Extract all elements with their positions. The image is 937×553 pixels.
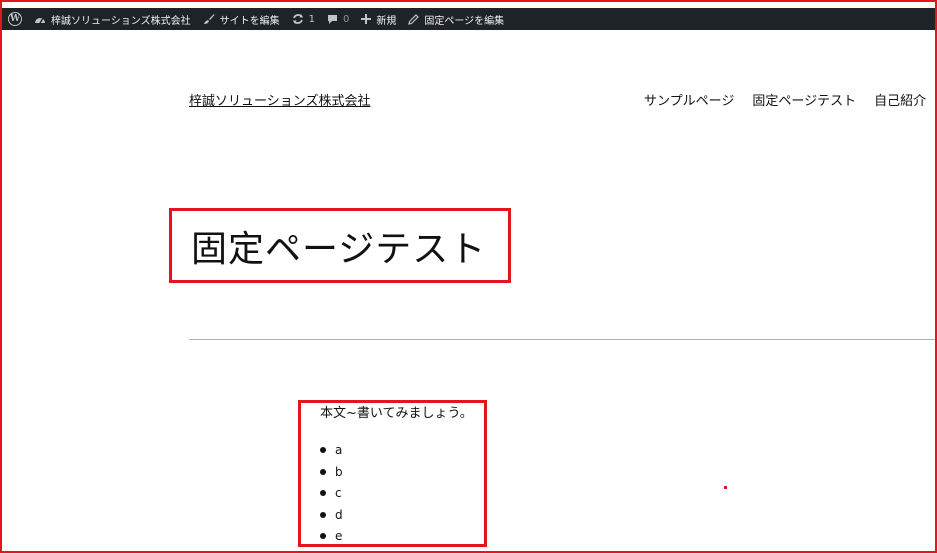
dashboard-icon [34,14,46,24]
list-item: d [320,506,343,528]
new-content-button[interactable]: 新規 [355,8,402,30]
site-title-link[interactable]: 梓誠ソリューションズ株式会社 [189,90,370,109]
content-separator [189,339,937,340]
edit-page-button[interactable]: 固定ページを編集 [402,8,510,30]
edit-site-button[interactable]: サイトを編集 [197,8,286,30]
plus-icon [361,14,372,24]
wp-logo-menu[interactable]: W [2,8,28,30]
comments-count: 0 [342,13,350,25]
site-name-label: 梓誠ソリューションズ株式会社 [51,15,191,27]
site-name-menu[interactable]: 梓誠ソリューションズ株式会社 [28,8,197,30]
red-marker-dot [724,486,727,489]
brush-icon [203,13,215,25]
list-item: c [320,484,343,506]
edit-site-label: サイトを編集 [219,15,280,27]
admin-bar: W 梓誠ソリューションズ株式会社 サイトを編集 1 0 新規 固定ページを編集 [2,8,935,30]
updates-button[interactable]: 1 [286,8,321,30]
edit-page-label: 固定ページを編集 [424,15,505,27]
body-paragraph: 本文~書いてみましょう。 [320,406,473,421]
nav-item-fixed-page-test[interactable]: 固定ページテスト [752,90,856,109]
nav-item-sample-page[interactable]: サンプルページ [644,90,734,109]
page-title: 固定ページテスト [191,229,487,270]
updates-count: 1 [308,13,315,25]
wordpress-logo-icon: W [8,12,22,26]
nav-item-self-introduction[interactable]: 自己紹介 [874,90,926,109]
primary-navigation: サンプルページ 固定ページテスト 自己紹介 [644,90,926,109]
list-item: e [320,527,343,549]
content-list: a b c d e [320,441,343,549]
list-item: b [320,463,343,485]
pencil-icon [408,13,420,25]
comment-bubble-icon [327,14,338,25]
comments-button[interactable]: 0 [321,8,355,30]
list-item: a [320,441,343,463]
updates-refresh-icon [292,13,304,25]
new-label: 新規 [376,15,397,27]
